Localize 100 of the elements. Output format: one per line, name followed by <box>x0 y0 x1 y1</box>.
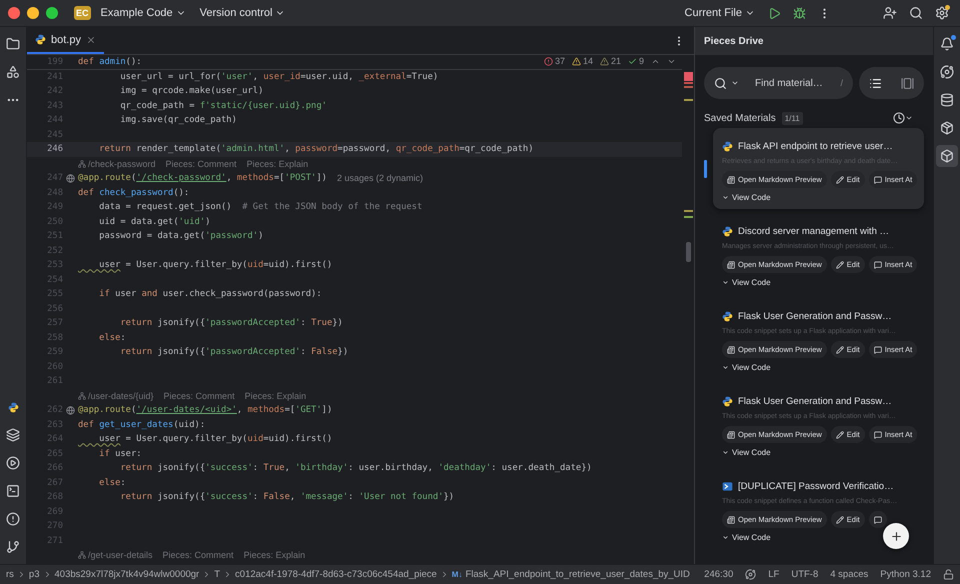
inspection-count[interactable]: 14 <box>572 56 593 66</box>
pencil-icon <box>836 516 844 524</box>
inspection-count[interactable]: 21 <box>600 56 621 66</box>
zoom-window-button[interactable] <box>46 7 58 19</box>
usages-hint[interactable]: 2 usages (2 dynamic) <box>336 173 423 184</box>
view-code-toggle[interactable]: View Code <box>722 531 771 543</box>
alert-icon[interactable] <box>6 512 20 526</box>
breadcrumb[interactable]: Flask_API_endpoint_to_retrieve_user_dates_by_UID <box>465 569 690 580</box>
search-icon[interactable] <box>909 6 923 20</box>
breadcrumb[interactable]: rs <box>6 569 14 580</box>
pencil-icon <box>836 260 844 268</box>
interpreter[interactable]: Python 3.12 <box>880 569 931 580</box>
list-icon[interactable] <box>868 76 882 90</box>
notification-dot <box>951 35 956 40</box>
clock-icon[interactable] <box>893 112 905 124</box>
view-code-toggle[interactable]: View Code <box>722 276 771 288</box>
insert-button[interactable] <box>868 511 887 528</box>
globe-icon[interactable] <box>66 174 75 183</box>
bug-icon[interactable] <box>793 6 806 20</box>
search-icon[interactable] <box>714 76 727 90</box>
material-title[interactable]: Flask User Generation and Passw… <box>738 396 892 406</box>
code-line: img.save(qr_code_path) <box>119 115 237 126</box>
python-logo-icon <box>722 140 733 152</box>
breadcrumb[interactable]: T <box>214 569 220 580</box>
document-icon <box>727 260 735 268</box>
code-line: if user: <box>98 448 142 459</box>
project-badge: EC <box>74 6 91 20</box>
view-code-toggle[interactable]: View Code <box>722 361 771 373</box>
comment-icon <box>874 260 882 268</box>
line-number: 246 <box>46 144 63 154</box>
code-line: qr_code_path = f'static/{user.uid}.png' <box>119 100 327 111</box>
code-line: img = qrcode.make(user_url) <box>119 86 264 96</box>
indent-setting[interactable]: 4 spaces <box>830 569 868 580</box>
error-icon <box>544 56 553 66</box>
breadcrumb[interactable]: c012ac4f-1978-4df7-8d63-c73c06c454ad_piece <box>235 569 437 580</box>
line-separator[interactable]: LF <box>768 569 780 580</box>
material-count: 1/11 <box>782 112 803 124</box>
view-code-toggle[interactable]: View Code <box>722 446 771 458</box>
code-line: else: <box>98 478 126 488</box>
comment-icon <box>874 516 882 524</box>
material-title[interactable]: Flask User Generation and Passw… <box>738 310 892 322</box>
comment-icon <box>874 176 882 184</box>
lock-icon[interactable] <box>943 569 954 580</box>
network-icon <box>78 392 86 400</box>
shapes-icon[interactable] <box>6 65 20 79</box>
code-line: def get_user_dates(uid): <box>78 420 206 430</box>
version-control-menu[interactable]: Version control <box>196 4 290 22</box>
plus-icon <box>890 530 902 542</box>
close-icon[interactable] <box>86 34 96 44</box>
panel-title: Pieces Drive <box>695 27 933 55</box>
inspection-count[interactable]: 9 <box>628 56 644 66</box>
chevron-down-icon <box>722 278 729 286</box>
code-line: return jsonify({'passwordAccepted': True}) <box>119 318 343 328</box>
document-icon <box>727 516 735 524</box>
add-user-icon[interactable] <box>883 6 897 20</box>
notifications-icon <box>940 37 954 51</box>
material-title[interactable]: Discord server management with … <box>738 226 889 236</box>
breadcrumb[interactable]: 403bs29x7l78jx7tk4v94wlw0000gr <box>54 569 200 580</box>
search-field[interactable]: Find material… / <box>704 67 853 99</box>
chevron-down-icon[interactable] <box>905 114 913 122</box>
file-encoding[interactable]: UTF-8 <box>791 569 818 580</box>
settings-icon[interactable] <box>935 6 949 20</box>
play-circle-icon[interactable] <box>6 456 20 470</box>
section-title: Saved Materials <box>704 112 776 124</box>
material-title[interactable]: [DUPLICATE] Password Verificatio… <box>738 480 894 492</box>
code-line: def admin(): <box>78 56 142 67</box>
caret-position[interactable]: 246:30 <box>704 569 734 580</box>
terminal-icon[interactable] <box>6 484 20 498</box>
code-line: user_url = url_for('user', user_id=user.uid, _external=True) <box>119 72 438 82</box>
code-line: password = data.get('password') <box>98 231 264 242</box>
terminal-icon <box>722 480 733 492</box>
carousel-icon[interactable] <box>901 76 914 90</box>
python-logo-icon[interactable] <box>8 402 18 412</box>
orbit-icon[interactable] <box>745 569 756 580</box>
comment-icon <box>874 430 882 438</box>
file-tab[interactable]: bot.py <box>27 27 104 54</box>
project-menu[interactable]: Example Code <box>96 4 190 22</box>
add-button[interactable] <box>883 523 909 549</box>
warning-icon <box>600 56 609 66</box>
breadcrumb[interactable]: p3 <box>28 569 40 580</box>
chevron-down-icon[interactable] <box>731 79 739 87</box>
close-window-button[interactable] <box>8 7 20 19</box>
git-branch-icon[interactable] <box>6 540 20 554</box>
orbit-icon <box>940 65 954 79</box>
code-line: def check_password(): <box>78 188 190 198</box>
inspection-count[interactable]: 37 <box>544 56 565 66</box>
view-switcher[interactable] <box>859 67 924 99</box>
cube-button[interactable] <box>936 145 958 167</box>
folder-icon[interactable] <box>6 37 20 51</box>
run-configuration-menu[interactable]: Current File <box>680 4 759 22</box>
view-code-toggle[interactable]: View Code <box>722 191 771 203</box>
material-title[interactable]: Flask API endpoint to retrieve user… <box>738 140 893 152</box>
layers-icon[interactable] <box>6 428 20 442</box>
play-icon[interactable] <box>768 6 781 20</box>
globe-icon[interactable] <box>66 406 75 415</box>
network-icon <box>78 551 86 560</box>
check-icon <box>628 56 637 66</box>
minimize-window-button[interactable] <box>27 7 39 19</box>
code-line: data = request.get_json() # Get the JSON body of the request <box>98 202 422 212</box>
document-icon <box>727 430 735 438</box>
